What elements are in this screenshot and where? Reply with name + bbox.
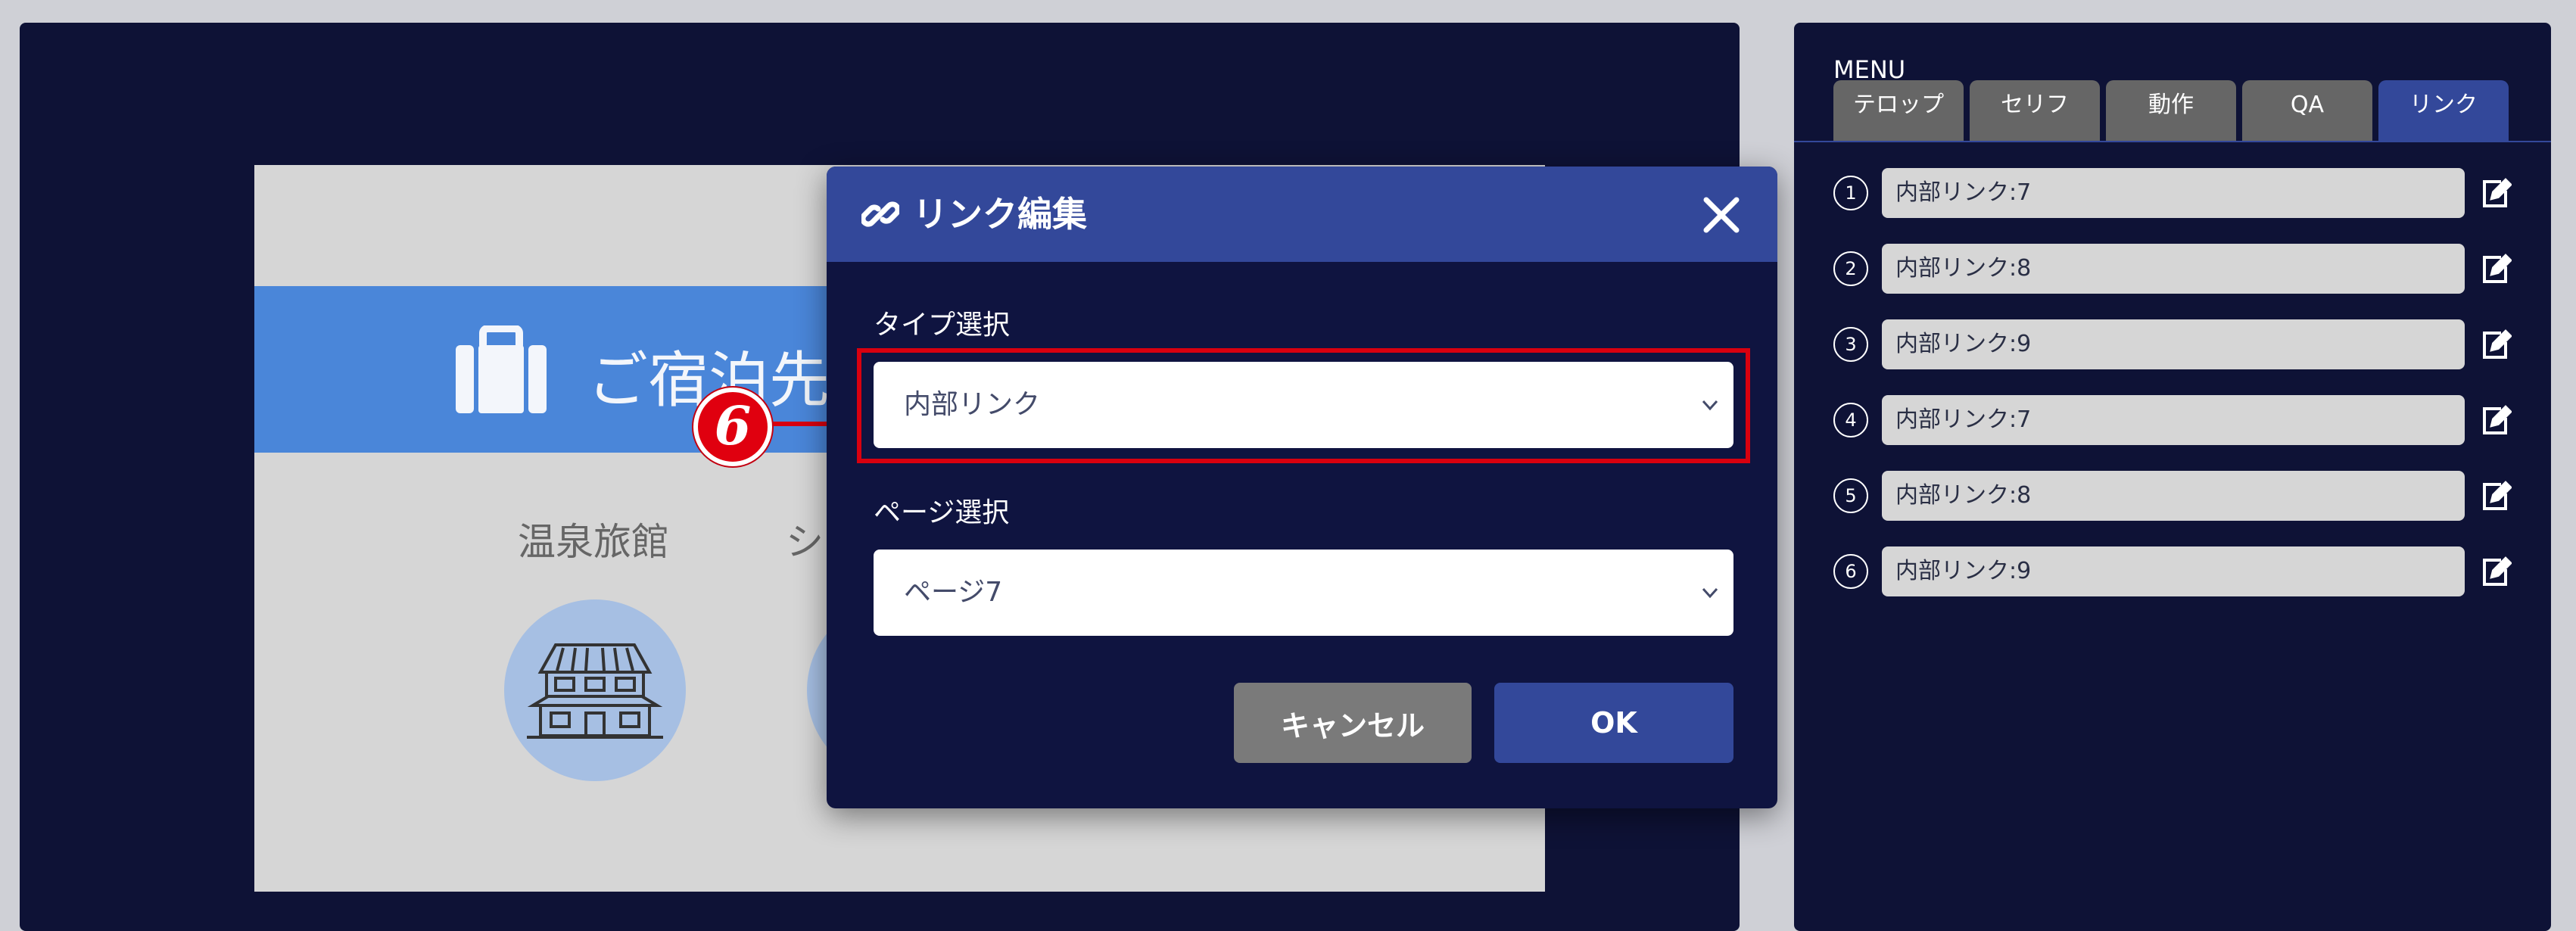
chevron-down-icon [1702,587,1718,599]
link-row-number: 1 [1833,176,1868,210]
ok-button[interactable]: OK [1494,683,1733,763]
tab-link[interactable]: リンク [2378,80,2509,142]
page-select[interactable]: ページ7 [874,550,1733,636]
link-row-field[interactable]: 内部リンク:9 [1882,319,2465,369]
tab-telop[interactable]: テロップ [1833,80,1964,142]
link-row: 5 内部リンク:8 [1833,471,2530,521]
link-row-field[interactable]: 内部リンク:7 [1882,395,2465,445]
category-label-onsen: 温泉旅館 [518,520,669,564]
link-row-number: 5 [1833,478,1868,513]
callout-number-badge: 6 [693,388,772,466]
inn-icon [527,643,663,739]
type-select-value: 内部リンク [904,389,1041,420]
link-row-number: 2 [1833,251,1868,286]
edit-icon[interactable] [2478,556,2512,589]
page-select-value: ページ7 [904,577,1003,608]
link-row: 4 内部リンク:7 [1833,395,2530,445]
link-row-field[interactable]: 内部リンク:8 [1882,244,2465,294]
tab-qa[interactable]: QA [2242,80,2372,142]
link-row-number: 3 [1833,327,1868,362]
link-row-number: 4 [1833,403,1868,437]
tab-serif[interactable]: セリフ [1970,80,2100,142]
cancel-button[interactable]: キャンセル [1234,683,1472,763]
menu-tabs: テロップ セリフ 動作 QA リンク [1833,80,2515,142]
link-row-field[interactable]: 内部リンク:7 [1882,168,2465,218]
category-onsen-button[interactable] [504,599,686,781]
edit-icon[interactable] [2478,328,2512,362]
close-icon[interactable] [1700,194,1743,236]
dialog-header: リンク編集 [827,167,1777,262]
edit-icon[interactable] [2478,177,2512,210]
edit-icon[interactable] [2478,480,2512,513]
tab-underline [1794,141,2551,142]
link-row: 3 内部リンク:9 [1833,319,2530,369]
chevron-down-icon [1702,400,1718,411]
link-row: 2 内部リンク:8 [1833,244,2530,294]
suitcase-icon [456,325,547,413]
link-row-field[interactable]: 内部リンク:9 [1882,546,2465,596]
menu-panel: MENU テロップ セリフ 動作 QA リンク 1 内部リンク:7 2 内部リン… [1794,23,2551,931]
page-select-label: ページ選択 [874,497,1010,528]
link-edit-dialog: リンク編集 タイプ選択 内部リンク ページ選択 ページ7 キャンセル OK [827,167,1777,808]
link-row-number: 6 [1833,554,1868,589]
link-row: 6 内部リンク:9 [1833,546,2530,596]
link-icon [861,201,899,227]
type-select-label: タイプ選択 [874,310,1011,341]
type-select[interactable]: 内部リンク [874,362,1733,448]
edit-icon[interactable] [2478,404,2512,437]
tab-action[interactable]: 動作 [2106,80,2236,142]
link-row: 1 内部リンク:7 [1833,168,2530,218]
edit-icon[interactable] [2478,253,2512,286]
link-row-field[interactable]: 内部リンク:8 [1882,471,2465,521]
dialog-title: リンク編集 [913,194,1087,235]
